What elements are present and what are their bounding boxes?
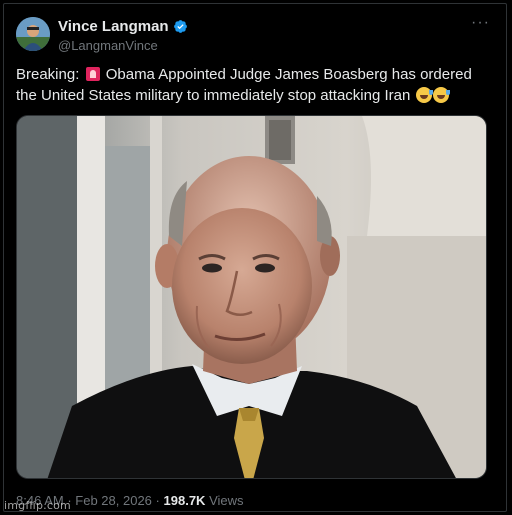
meta-separator-2: · bbox=[155, 493, 160, 508]
rolling-laughing-emoji-icon bbox=[415, 87, 433, 103]
views-label: Views bbox=[209, 493, 244, 508]
author-name-row: Vince Langman bbox=[58, 18, 188, 35]
rolling-laughing-emoji-icon bbox=[432, 87, 450, 103]
post-text-body: Obama Appointed Judge James Boasberg has… bbox=[16, 66, 472, 104]
views-count: 198.7K bbox=[163, 493, 206, 508]
post-text-prefix: Breaking: bbox=[16, 66, 80, 83]
post-date[interactable]: Feb 28, 2026 bbox=[75, 493, 152, 508]
author-handle[interactable]: @LangmanVince bbox=[58, 38, 158, 53]
post-image[interactable] bbox=[16, 115, 487, 479]
author-display-name[interactable]: Vince Langman bbox=[58, 18, 169, 35]
imgflip-watermark: imgflip.com bbox=[4, 499, 71, 512]
police-siren-emoji-icon bbox=[85, 67, 100, 81]
judge-portrait-image bbox=[17, 116, 486, 478]
avatar[interactable] bbox=[16, 17, 50, 51]
more-horizontal-icon[interactable]: ··· bbox=[471, 15, 490, 31]
verified-badge-icon bbox=[173, 20, 187, 33]
post-text: Breaking: Obama Appointed Judge James Bo… bbox=[16, 64, 496, 106]
